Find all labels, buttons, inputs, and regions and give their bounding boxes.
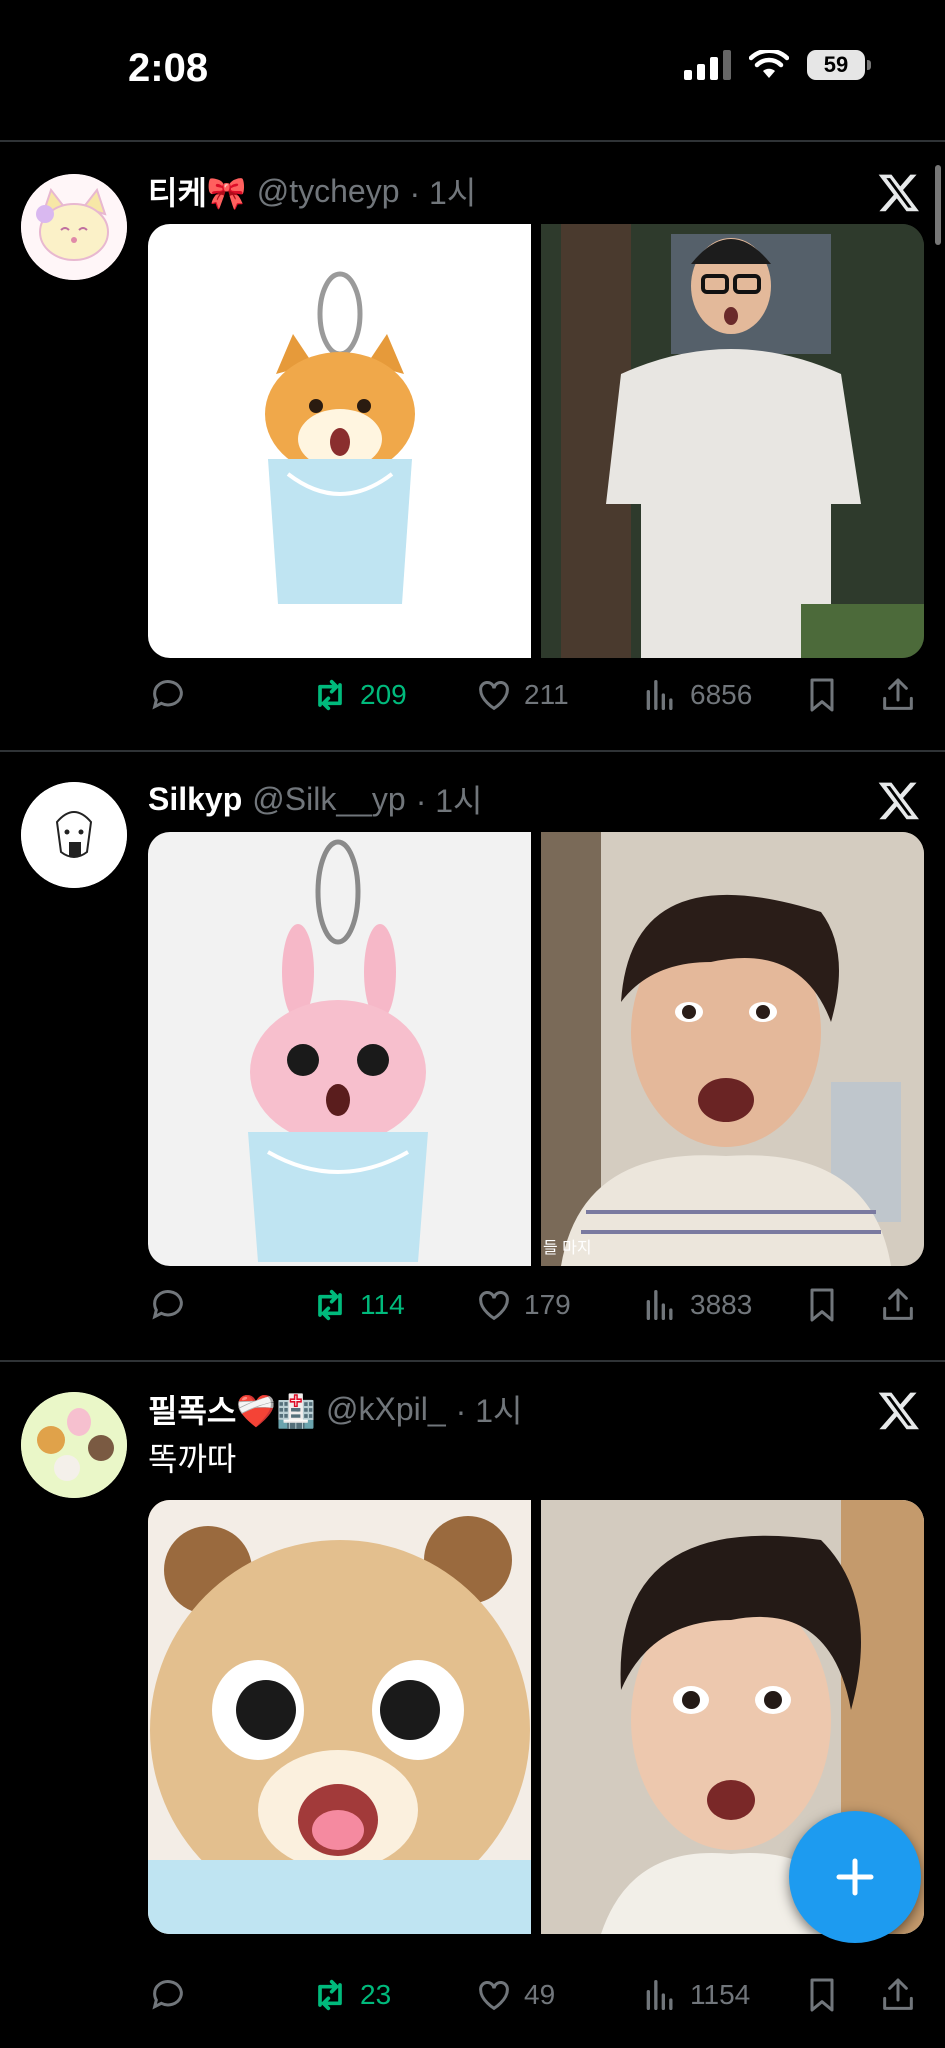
avatar[interactable] <box>21 782 127 888</box>
views-icon <box>646 1980 673 2010</box>
image-plush-bunny[interactable] <box>148 832 531 1266</box>
views-icon <box>646 680 673 710</box>
tweet-header: 필폭스❤️‍🩹🏥 @kXpil_ · 1시 <box>148 1386 522 1432</box>
avatar[interactable] <box>21 1392 127 1498</box>
views-count: 1154 <box>690 1979 751 2010</box>
image-person-2[interactable]: 들 마지 <box>541 832 924 1266</box>
tweet[interactable]: 필폭스❤️‍🩹🏥 @kXpil_ · 1시 똑까따 <box>0 1362 945 2048</box>
reply-button[interactable] <box>148 675 198 715</box>
tweet-actions: 209 211 6856 <box>148 675 928 725</box>
retweet-button[interactable]: 23 <box>310 1975 391 2015</box>
bookmark-button[interactable] <box>802 1285 842 1325</box>
views-count: 3883 <box>690 1289 753 1320</box>
retweet-count: 114 <box>360 1289 405 1320</box>
retweet-button[interactable]: 114 <box>310 1285 405 1325</box>
handle[interactable]: @kXpil_ <box>326 1391 446 1428</box>
bookmark-icon <box>810 678 834 712</box>
display-name[interactable]: Silkyp <box>148 781 242 818</box>
post-time: · 1시 <box>415 783 483 819</box>
share-button[interactable] <box>878 1285 918 1325</box>
views-icon <box>646 1290 673 1320</box>
share-button[interactable] <box>878 1975 918 2015</box>
bookmark-icon <box>810 1288 834 1322</box>
x-logo-icon[interactable] <box>877 170 921 214</box>
retweet-count: 23 <box>360 1979 392 2010</box>
like-button[interactable]: 179 <box>474 1285 571 1325</box>
handle[interactable]: @Silk__yp <box>252 781 405 818</box>
retweet-icon <box>318 1289 342 1321</box>
share-icon <box>883 1978 913 2010</box>
status-time: 2:08 <box>128 46 209 90</box>
tweet-actions: 23 49 1154 <box>148 1975 928 2025</box>
image-person-1[interactable] <box>541 224 924 658</box>
reply-button[interactable] <box>148 1975 198 2015</box>
views-button[interactable]: 1154 <box>640 1975 750 2015</box>
views-count: 6856 <box>690 679 753 710</box>
like-count: 179 <box>524 1289 571 1320</box>
retweet-icon <box>318 1979 342 2011</box>
views-button[interactable]: 3883 <box>640 1285 752 1325</box>
share-icon <box>883 678 913 710</box>
handle[interactable]: @tycheyp <box>257 173 400 210</box>
post-time: · 1시 <box>455 1393 523 1429</box>
status-icons: 59 <box>684 50 871 80</box>
tweet[interactable]: 티케🎀 @tycheyp · 1시 209 211 6856 <box>0 142 945 750</box>
bookmark-button[interactable] <box>802 675 842 715</box>
x-logo-icon[interactable] <box>877 778 921 822</box>
share-icon <box>883 1288 913 1320</box>
compose-plus-icon <box>836 1858 874 1896</box>
tweet-header: Silkyp @Silk__yp · 1시 <box>148 776 483 822</box>
tweet[interactable]: Silkyp @Silk__yp · 1시 들 마지 114 179 3883 <box>0 752 945 1360</box>
x-logo-icon[interactable] <box>877 1388 921 1432</box>
display-name[interactable]: 필폭스❤️‍🩹🏥 <box>148 1386 316 1432</box>
heart-icon <box>479 1981 509 2011</box>
reply-icon <box>152 1980 183 2010</box>
reply-icon <box>152 1290 183 1320</box>
media-grid[interactable] <box>148 224 924 658</box>
retweet-count: 209 <box>360 679 407 710</box>
heart-icon <box>479 1291 509 1321</box>
like-button[interactable]: 211 <box>474 675 569 715</box>
like-count: 49 <box>524 1979 556 2010</box>
heart-icon <box>479 681 509 711</box>
tweet-actions: 114 179 3883 <box>148 1285 928 1335</box>
battery-indicator: 59 <box>807 50 871 80</box>
display-name[interactable]: 티케🎀 <box>148 168 247 214</box>
media-grid[interactable]: 들 마지 <box>148 832 924 1266</box>
bookmark-icon <box>810 1978 834 2012</box>
image-plush-bear[interactable] <box>148 1500 531 1934</box>
status-bar: 2:08 59 <box>0 0 945 140</box>
video-caption-overlay: 들 마지 <box>543 1240 592 1257</box>
retweet-button[interactable]: 209 <box>310 675 407 715</box>
post-time: · 1시 <box>409 175 477 211</box>
tweet-text: 똑까따 <box>148 1441 237 1477</box>
views-button[interactable]: 6856 <box>640 675 752 715</box>
scrollbar[interactable] <box>935 165 941 245</box>
compose-button[interactable] <box>789 1811 921 1943</box>
reply-button[interactable] <box>148 1285 198 1325</box>
cellular-signal-icon <box>684 50 731 80</box>
image-plush-fox[interactable] <box>148 224 531 658</box>
wifi-icon <box>749 50 789 78</box>
tweet-header: 티케🎀 @tycheyp · 1시 <box>148 168 476 214</box>
retweet-icon <box>318 679 342 711</box>
like-button[interactable]: 49 <box>474 1975 555 2015</box>
avatar[interactable] <box>21 174 127 280</box>
like-count: 211 <box>524 679 569 710</box>
share-button[interactable] <box>878 675 918 715</box>
bookmark-button[interactable] <box>802 1975 842 2015</box>
reply-icon <box>152 680 183 710</box>
